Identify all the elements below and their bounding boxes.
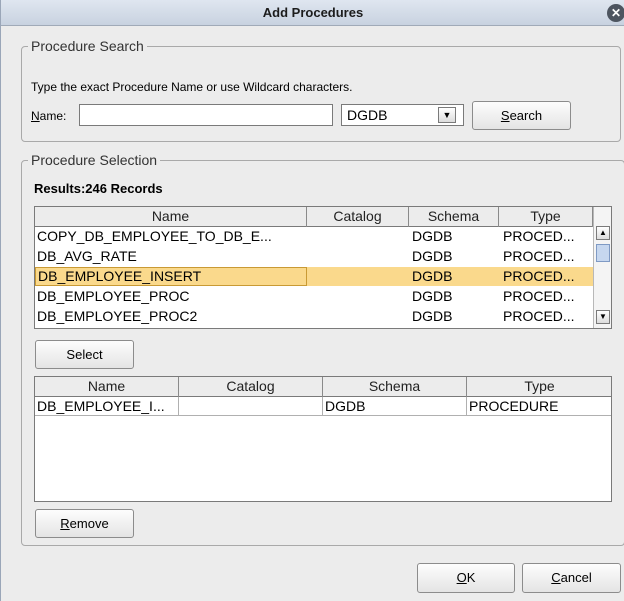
table-row[interactable]: DB_EMPLOYEE_I... DGDB PROCEDURE <box>35 397 611 416</box>
column-header-name[interactable]: Name <box>35 377 179 397</box>
row-name: COPY_DB_EMPLOYEE_TO_DB_E... <box>37 228 272 244</box>
search-instructions: Type the exact Procedure Name or use Wil… <box>31 80 353 94</box>
dialog-title: Add Procedures <box>262 5 364 20</box>
title-bar[interactable]: Add Procedures ✕ <box>1 0 624 26</box>
results-table[interactable]: Name Catalog Schema Type COPY_DB_EMPLOYE… <box>34 206 612 329</box>
schema-select-value: DGDB <box>347 107 388 123</box>
selected-procedures-table[interactable]: Name Catalog Schema Type DB_EMPLOYEE_I..… <box>34 376 612 502</box>
results-scrollbar[interactable]: ▲ ▼ <box>593 207 611 328</box>
selected-table-header: Name Catalog Schema Type <box>35 377 611 397</box>
procedure-search-legend: Procedure Search <box>28 38 147 54</box>
row-name: DB_AVG_RATE <box>37 248 137 264</box>
procedure-selection-legend: Procedure Selection <box>28 152 161 168</box>
row-type: PROCED... <box>503 228 575 244</box>
table-row[interactable]: COPY_DB_EMPLOYEE_TO_DB_E... DGDB PROCED.… <box>35 227 593 246</box>
results-table-header: Name Catalog Schema Type <box>35 207 593 227</box>
cancel-button[interactable]: Cancel <box>522 563 621 593</box>
column-header-name[interactable]: Name <box>35 207 307 227</box>
scroll-up-icon[interactable]: ▲ <box>596 226 610 240</box>
row-name: DB_EMPLOYEE_PROC <box>37 288 190 304</box>
row-schema: DGDB <box>412 268 453 284</box>
column-header-catalog[interactable]: Catalog <box>307 207 409 227</box>
remove-button[interactable]: Remove <box>35 509 134 538</box>
row-catalog <box>179 397 323 416</box>
row-type: PROCED... <box>503 268 575 284</box>
results-count: Results:246 Records <box>34 181 163 196</box>
column-header-schema[interactable]: Schema <box>323 377 467 397</box>
schema-select[interactable]: DGDB ▼ <box>341 104 464 126</box>
table-row[interactable]: DB_EMPLOYEE_PROC2 DGDB PROCED... <box>35 307 593 326</box>
close-icon[interactable]: ✕ <box>607 4 624 22</box>
select-button[interactable]: Select <box>35 340 134 369</box>
row-type: PROCED... <box>503 308 575 324</box>
scroll-thumb[interactable] <box>596 244 610 262</box>
name-label: Name: <box>31 109 67 123</box>
column-header-catalog[interactable]: Catalog <box>179 377 323 397</box>
row-type: PROCEDURE <box>467 397 611 416</box>
row-schema: DGDB <box>412 248 453 264</box>
scroll-down-icon[interactable]: ▼ <box>596 310 610 324</box>
search-button[interactable]: Search <box>472 101 571 130</box>
row-type: PROCED... <box>503 248 575 264</box>
table-row[interactable]: DB_EMPLOYEE_PROC DGDB PROCED... <box>35 287 593 306</box>
row-name: DB_EMPLOYEE_I... <box>35 397 179 416</box>
row-type: PROCED... <box>503 288 575 304</box>
row-name: DB_EMPLOYEE_INSERT <box>35 267 307 286</box>
row-name: DB_EMPLOYEE_PROC2 <box>37 308 198 324</box>
procedure-name-input[interactable] <box>79 104 333 126</box>
chevron-down-icon[interactable]: ▼ <box>438 107 456 123</box>
row-schema: DGDB <box>412 308 453 324</box>
column-header-type[interactable]: Type <box>467 377 611 397</box>
row-schema: DGDB <box>412 228 453 244</box>
add-procedures-dialog: Add Procedures ✕ Procedure Search Type t… <box>0 0 624 601</box>
table-row[interactable]: DB_AVG_RATE DGDB PROCED... <box>35 247 593 266</box>
ok-button[interactable]: OK <box>417 563 515 593</box>
column-header-type[interactable]: Type <box>499 207 593 227</box>
column-header-schema[interactable]: Schema <box>409 207 499 227</box>
row-schema: DGDB <box>412 288 453 304</box>
table-row-selected[interactable]: DB_EMPLOYEE_INSERT DGDB PROCED... <box>35 267 593 286</box>
row-schema: DGDB <box>323 397 467 416</box>
